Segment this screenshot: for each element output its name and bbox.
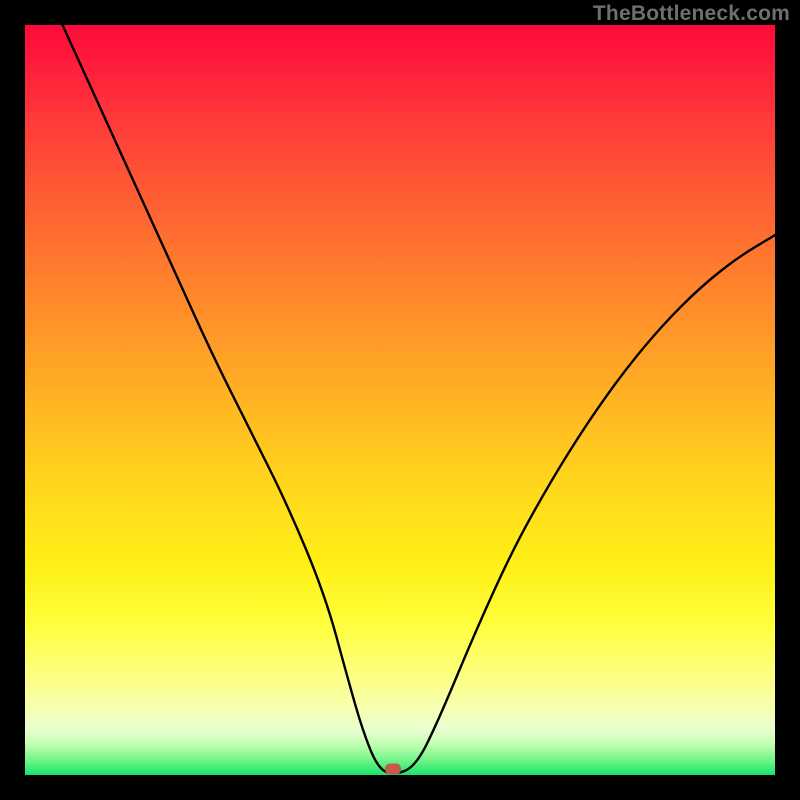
minimum-marker <box>385 764 401 775</box>
watermark-text: TheBottleneck.com <box>593 2 790 26</box>
plot-area <box>25 25 775 775</box>
bottleneck-curve <box>25 25 775 775</box>
chart-frame: TheBottleneck.com <box>0 0 800 800</box>
